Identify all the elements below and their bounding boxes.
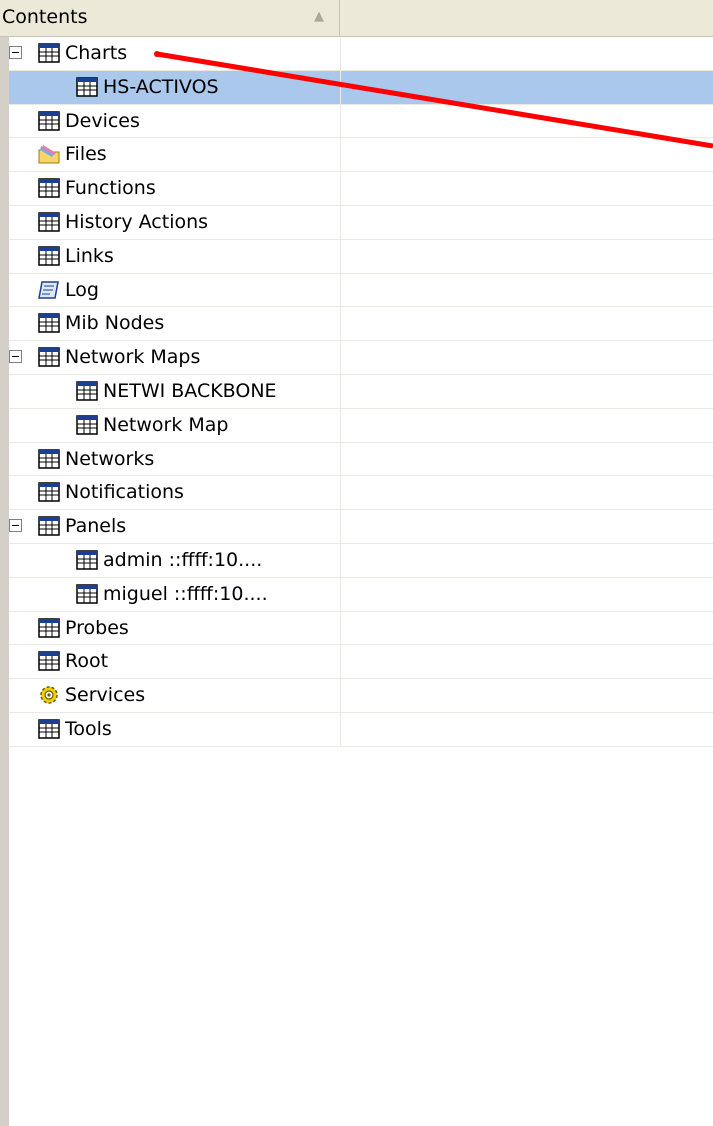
tree-item-root[interactable]: Root — [9, 645, 713, 680]
table-icon — [38, 246, 60, 266]
tree-item-label: Files — [65, 143, 107, 166]
table-icon — [76, 77, 98, 97]
column-divider — [340, 70, 341, 104]
tree-item-miguel[interactable]: miguel ::ffff:10.... — [9, 577, 713, 612]
table-icon — [38, 719, 60, 739]
tree-item-network-map[interactable]: Network Map — [9, 408, 713, 443]
table-icon — [38, 617, 60, 638]
column-divider — [340, 712, 341, 746]
tree-item-charts[interactable]: Charts — [9, 37, 713, 71]
column-divider — [340, 307, 341, 341]
column-divider — [340, 408, 341, 442]
table-icon — [38, 482, 60, 503]
table-icon — [76, 550, 98, 570]
tree-rows: Charts HS-ACTIVOS Devices Files Functions His… — [9, 37, 713, 747]
contents-tree-panel: Contents ▲ Charts HS-ACTIVOS Devices Files F… — [0, 0, 713, 1126]
left-border — [0, 0, 9, 1126]
tree-item-history-actions[interactable]: History Actions — [9, 205, 713, 240]
sort-indicator-icon: ▲ — [314, 9, 324, 24]
column-divider — [340, 273, 341, 307]
tree-item-links[interactable]: Links — [9, 239, 713, 274]
tree-item-services[interactable]: Services — [9, 679, 713, 713]
tree-item-label: Network Map — [103, 413, 229, 436]
tree-item-label: Mib Nodes — [65, 312, 165, 335]
tree-item-label: Charts — [65, 42, 128, 64]
column-divider — [340, 679, 341, 712]
tree-item-label: Tools — [65, 717, 112, 740]
tree-header: Contents ▲ — [0, 0, 713, 37]
tree-item-mib-nodes[interactable]: Mib Nodes — [9, 307, 713, 342]
tree-item-label: Log — [65, 278, 99, 301]
tree-item-label: Links — [65, 244, 114, 267]
tree-item-label: Root — [65, 650, 109, 673]
tree-item-notifications[interactable]: Notifications — [9, 476, 713, 511]
column-divider — [340, 138, 341, 172]
tree-item-log[interactable]: Log — [9, 273, 713, 308]
column-divider — [340, 104, 341, 138]
folder-icon — [38, 144, 60, 164]
column-divider — [340, 374, 341, 408]
table-icon — [38, 43, 60, 63]
tree-item-label: Services — [65, 684, 146, 707]
table-icon — [38, 110, 60, 131]
tree-item-label: History Actions — [65, 210, 209, 233]
table-icon — [76, 415, 98, 435]
collapse-toggle-icon[interactable] — [9, 46, 22, 59]
tree-item-label: Devices — [65, 109, 140, 132]
column-divider — [340, 510, 341, 543]
column-divider — [340, 205, 341, 239]
tree-item-label: Functions — [65, 177, 156, 200]
column-divider — [340, 37, 341, 70]
tree-item-label: miguel ::ffff:10.... — [103, 582, 268, 605]
tree-item-label: Panels — [65, 515, 127, 538]
tree-item-probes[interactable]: Probes — [9, 611, 713, 646]
column-divider — [340, 645, 341, 679]
tree-item-functions[interactable]: Functions — [9, 172, 713, 206]
table-icon — [76, 584, 98, 604]
column-divider — [340, 172, 341, 205]
tree-item-admin[interactable]: admin ::ffff:10.... — [9, 543, 713, 578]
column-divider — [340, 476, 341, 510]
contents-header-label: Contents — [2, 6, 88, 28]
tree-item-devices[interactable]: Devices — [9, 104, 713, 139]
column-divider — [340, 442, 341, 476]
tree-item-netwi-backbone[interactable]: NETWI BACKBONE — [9, 374, 713, 409]
column-divider — [340, 341, 341, 374]
table-icon — [76, 381, 98, 401]
tree-item-tools[interactable]: Tools — [9, 712, 713, 747]
tree-item-networks[interactable]: Networks — [9, 442, 713, 477]
column-divider — [340, 577, 341, 611]
table-icon — [38, 313, 60, 334]
table-icon — [38, 516, 60, 536]
tree-item-label: admin ::ffff:10.... — [103, 548, 263, 571]
tree-item-label: NETWI BACKBONE — [103, 379, 277, 402]
tree-item-label: Networks — [65, 447, 155, 470]
tree-item-label: Notifications — [65, 481, 184, 504]
contents-column-header[interactable]: Contents ▲ — [0, 0, 340, 36]
column-divider — [340, 239, 341, 273]
collapse-toggle-icon[interactable] — [9, 519, 22, 533]
empty-area — [9, 748, 713, 1126]
tree-item-hs-activos[interactable]: HS-ACTIVOS — [9, 70, 713, 105]
log-icon — [38, 280, 60, 300]
tree-item-panels[interactable]: Panels — [9, 510, 713, 544]
column-divider — [340, 543, 341, 577]
table-icon — [38, 448, 60, 469]
tree-item-label: Probes — [65, 616, 129, 639]
table-icon — [38, 651, 60, 672]
tree-item-files[interactable]: Files — [9, 138, 713, 173]
column-divider — [340, 611, 341, 645]
tree-item-label: HS-ACTIVOS — [103, 75, 219, 98]
gear-icon — [38, 685, 60, 705]
table-icon — [38, 178, 60, 198]
table-icon — [38, 347, 60, 367]
tree-item-label: Network Maps — [65, 346, 201, 369]
table-icon — [38, 212, 60, 232]
collapse-toggle-icon[interactable] — [9, 350, 22, 364]
tree-item-network-maps[interactable]: Network Maps — [9, 341, 713, 375]
